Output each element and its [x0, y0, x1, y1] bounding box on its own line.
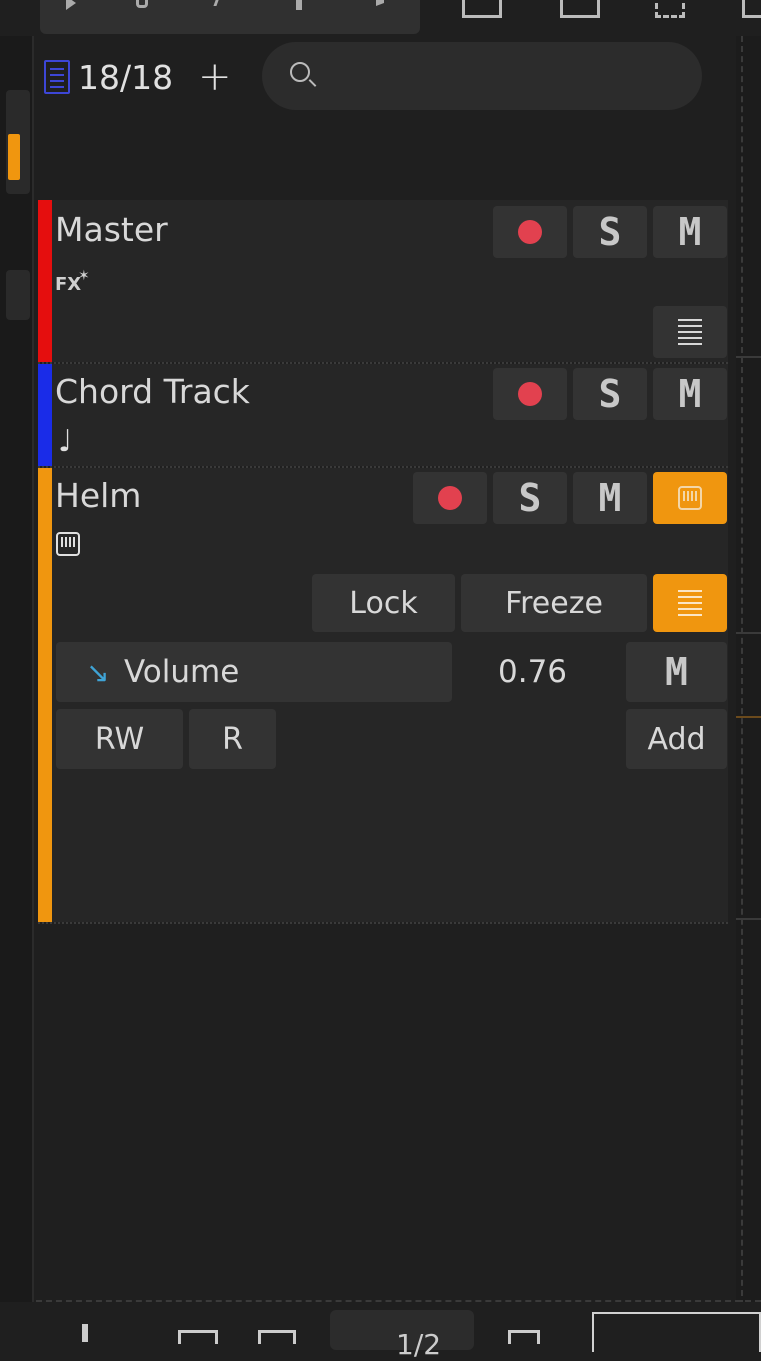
track-count: 18/18 — [78, 58, 174, 97]
automation-read-button[interactable]: R — [189, 709, 276, 769]
fx-star-icon: ✶ — [78, 268, 90, 284]
cut-icon — [296, 0, 302, 10]
play-icon — [66, 0, 76, 10]
search-icon — [290, 62, 310, 82]
lanes-icon — [678, 319, 702, 345]
side-tab-active[interactable] — [6, 90, 30, 194]
piano-icon — [678, 486, 702, 510]
solo-button[interactable]: S — [573, 368, 647, 420]
toggle-icon[interactable] — [82, 1324, 88, 1342]
bottom-toolbar: 1/2 — [0, 1302, 761, 1361]
eraser-icon — [213, 0, 229, 6]
automation-value[interactable]: 0.76 — [498, 654, 567, 690]
mute-button[interactable]: M — [653, 368, 727, 420]
automation-add-button[interactable]: Add — [626, 709, 727, 769]
page-number: 1/2 — [396, 1328, 442, 1361]
search-icon-handle — [308, 79, 317, 87]
left-side-strip — [0, 36, 34, 1326]
timeline-tick — [736, 632, 761, 634]
automation-curve-icon: ↘ — [86, 656, 110, 689]
solo-button[interactable]: S — [493, 472, 567, 524]
bottom-input-field[interactable] — [592, 1312, 761, 1352]
toolbar-overflow-icon[interactable] — [742, 0, 761, 18]
track-lanes-button[interactable] — [653, 306, 727, 358]
snap-event-icon[interactable] — [560, 0, 600, 18]
automation-mute-button[interactable]: M — [626, 642, 727, 702]
snap-grid-icon[interactable] — [462, 0, 502, 18]
record-button[interactable] — [413, 472, 487, 524]
timeline-edge — [736, 36, 761, 1306]
timeline-tick — [736, 356, 761, 358]
side-tab-active-indicator — [8, 134, 20, 180]
timeline-tick — [736, 716, 761, 718]
search-input[interactable] — [262, 42, 702, 110]
track-color-bar — [38, 468, 52, 922]
track-color-bar — [38, 364, 52, 466]
record-icon — [518, 220, 542, 244]
track-color-bar — [38, 200, 52, 362]
toolbar-button-group[interactable] — [40, 0, 420, 34]
page-indicator[interactable]: 1/2 — [330, 1310, 474, 1361]
record-button[interactable] — [493, 206, 567, 258]
instrument-ui-button[interactable] — [653, 472, 727, 524]
snap-bounds-icon[interactable] — [655, 0, 685, 18]
track-name: Master — [55, 210, 168, 249]
freeze-button[interactable]: Freeze — [461, 574, 647, 632]
record-button[interactable] — [493, 368, 567, 420]
pencil-icon — [136, 0, 148, 8]
piano-icon — [56, 532, 80, 556]
top-toolbar — [0, 0, 761, 36]
lock-button[interactable]: Lock — [312, 574, 455, 632]
automation-label: Volume — [124, 654, 240, 690]
record-icon — [438, 486, 462, 510]
mute-button[interactable]: M — [573, 472, 647, 524]
mute-button[interactable]: M — [653, 206, 727, 258]
track-lanes-button[interactable] — [653, 574, 727, 632]
add-track-button[interactable]: + — [198, 54, 232, 100]
timeline-grid-line — [741, 36, 743, 1306]
track-name: Helm — [55, 476, 142, 515]
lanes-icon — [678, 590, 702, 616]
automation-parameter-selector[interactable]: ↘ Volume — [56, 642, 452, 702]
music-note-icon: ♩ — [58, 424, 73, 459]
speaker-icon — [376, 0, 390, 6]
side-tab[interactable] — [6, 270, 30, 320]
timeline-tick — [736, 918, 761, 920]
track-name: Chord Track — [55, 372, 250, 411]
tracklist-icon — [44, 60, 70, 94]
automation-read-write-button[interactable]: RW — [56, 709, 183, 769]
track-separator — [38, 922, 728, 924]
record-icon — [518, 382, 542, 406]
solo-button[interactable]: S — [573, 206, 647, 258]
